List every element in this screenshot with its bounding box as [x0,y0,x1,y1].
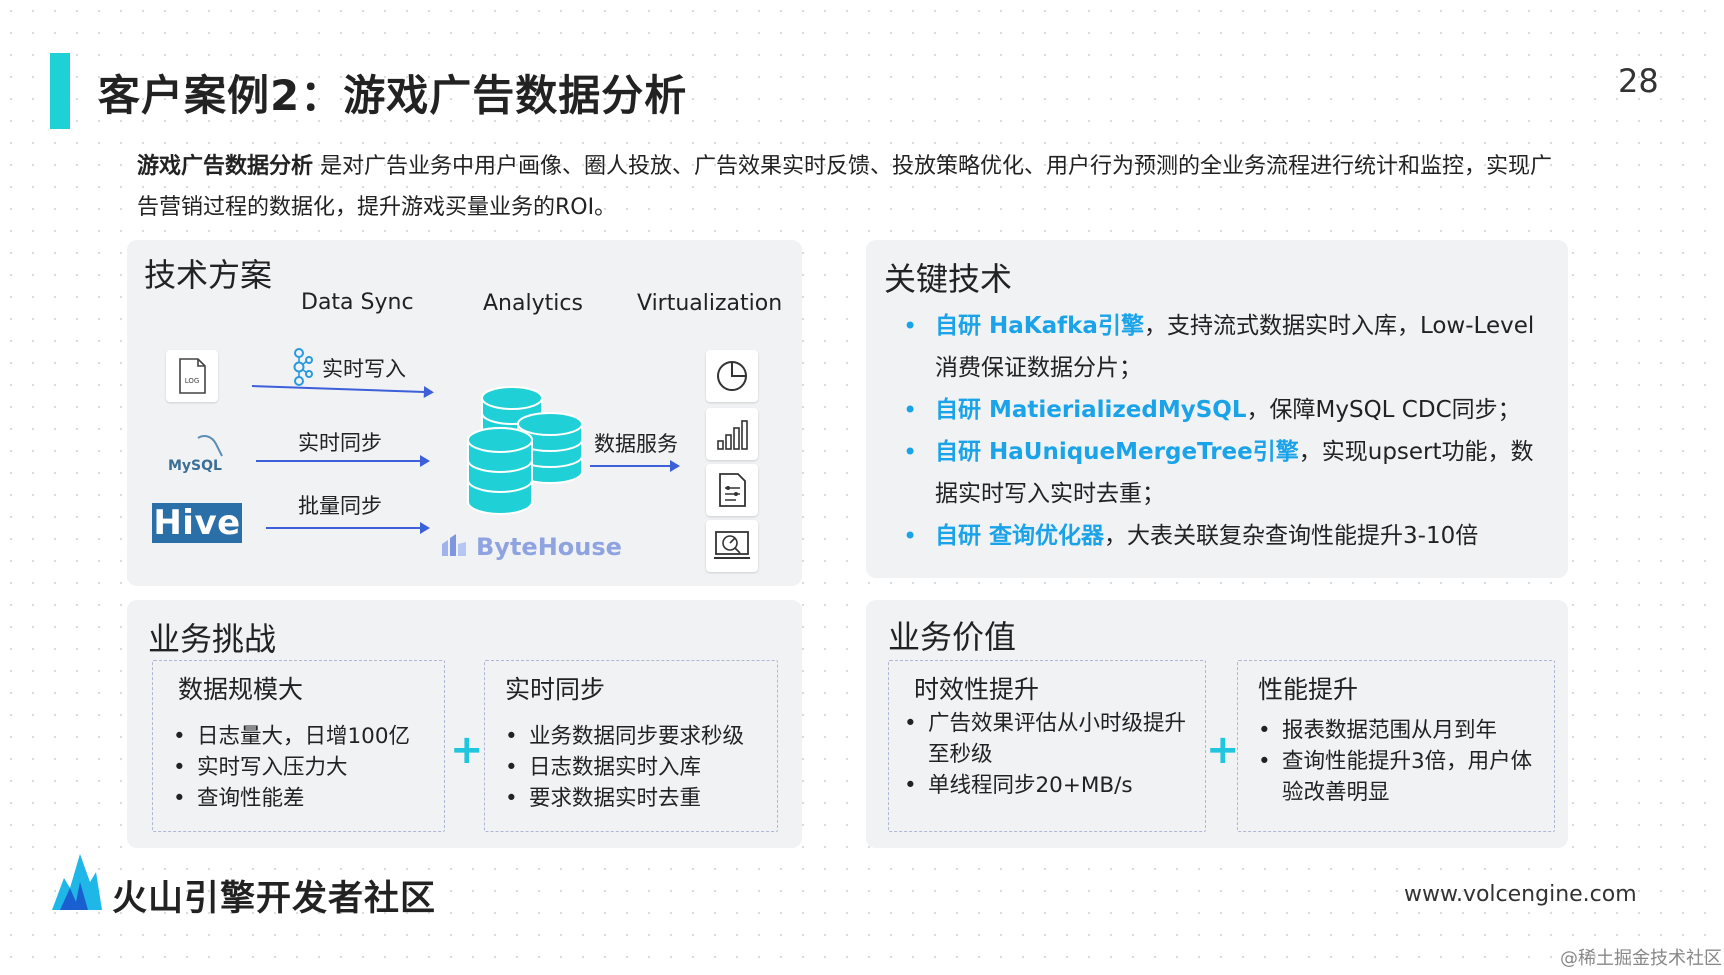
challenge-box-title: 数据规模大 [178,675,304,704]
database-cluster-icon [466,384,586,520]
list-item: 要求数据实时去重 [505,783,773,814]
key-tech-highlight: 自研 HaUniqueMergeTree引擎 [935,439,1299,465]
data-service-arrow [590,460,680,472]
key-tech-item: 自研 HaKafka引擎，支持流式数据实时入库，Low-Level消费保证数据分… [895,305,1540,389]
report-icon [706,464,758,516]
plus-icon: + [450,727,484,773]
intro-paragraph: 游戏广告数据分析 是对广告业务中用户画像、圈人投放、广告效果实时反馈、投放策略优… [137,146,1557,228]
challenges-title: 业务挑战 [148,620,277,658]
flow-label-batch-sync: 批量同步 [298,494,382,518]
hive-logo-icon: Hive [152,503,242,543]
key-tech-item: 自研 MatierializedMySQL，保障MySQL CDC同步； [895,389,1540,431]
bytehouse-label: ByteHouse [476,533,622,561]
key-tech-highlight: 自研 HaKafka引擎 [935,313,1144,339]
key-tech-item: 自研 查询优化器，大表关联复杂查询性能提升3-10倍 [895,515,1540,557]
bar-chart-icon [706,408,758,460]
column-virtualization: Virtualization [637,291,783,316]
value-list-timeliness: 广告效果评估从小时级提升至秒级 单线程同步20+MB/s [904,708,1199,801]
value-title: 业务价值 [888,618,1017,656]
kafka-icon [291,348,313,386]
column-analytics: Analytics [483,291,583,316]
list-item: 单线程同步20+MB/s [904,770,1199,801]
list-item: 报表数据范围从月到年 [1258,715,1548,746]
flow-arrow-realtime-sync [256,455,430,467]
key-tech-highlight: 自研 查询优化器 [935,523,1105,549]
mysql-label: MySQL [168,458,222,474]
list-item: 广告效果评估从小时级提升至秒级 [904,708,1199,770]
intro-text: 是对广告业务中用户画像、圈人投放、广告效果实时反馈、投放策略优化、用户行为预测的… [137,154,1553,220]
log-label: LOG [185,377,200,385]
log-file-icon: LOG [166,350,218,402]
data-service-label: 数据服务 [594,432,678,456]
key-tech-text: ，大表关联复杂查询性能提升3-10倍 [1104,523,1479,549]
volcano-logo-icon [50,848,102,912]
value-list-performance: 报表数据范围从月到年 查询性能提升3倍，用户体验改善明显 [1258,715,1548,808]
flow-label-realtime-sync: 实时同步 [298,431,382,455]
list-item: 查询性能差 [173,783,438,814]
plus-icon: + [1206,727,1240,773]
pie-chart-icon [706,350,758,402]
intro-bold: 游戏广告数据分析 [137,154,314,179]
list-item: 日志数据实时入库 [505,752,773,783]
column-data-sync: Data Sync [301,290,414,315]
key-tech-list: 自研 HaKafka引擎，支持流式数据实时入库，Low-Level消费保证数据分… [895,305,1540,557]
value-box-title: 时效性提升 [914,675,1040,704]
key-tech-highlight: 自研 MatierializedMySQL [935,397,1247,423]
mysql-logo-icon: MySQL [164,430,226,476]
challenge-list-scale: 日志量大，日增100亿 实时写入压力大 查询性能差 [173,721,438,814]
list-item: 日志量大，日增100亿 [173,721,438,752]
page-title: 客户案例2：游戏广告数据分析 [98,71,688,120]
list-item: 查询性能提升3倍，用户体验改善明显 [1258,746,1548,808]
brand-name: 火山引擎开发者社区 [112,879,437,919]
key-tech-item: 自研 HaUniqueMergeTree引擎，实现upsert功能，数据实时写入… [895,431,1540,515]
page-number: 28 [1618,62,1659,100]
flow-label-realtime-write: 实时写入 [322,357,406,381]
tech-panel-title: 技术方案 [144,256,273,294]
flow-arrow-batch-sync [266,522,430,534]
hive-label: Hive [153,503,241,543]
title-accent-bar [50,53,70,129]
list-item: 业务数据同步要求秒级 [505,721,773,752]
challenge-box-title: 实时同步 [505,675,606,704]
key-tech-title: 关键技术 [884,260,1013,298]
challenge-list-realtime: 业务数据同步要求秒级 日志数据实时入库 要求数据实时去重 [505,721,773,814]
dashboard-icon [706,520,758,572]
bytehouse-logo-icon [440,532,472,558]
value-box-title: 性能提升 [1258,675,1359,704]
source-watermark: @稀土掘金技术社区 [1560,948,1722,969]
key-tech-text: ，保障MySQL CDC同步； [1246,397,1521,423]
list-item: 实时写入压力大 [173,752,438,783]
footer-url[interactable]: www.volcengine.com [1404,882,1637,907]
